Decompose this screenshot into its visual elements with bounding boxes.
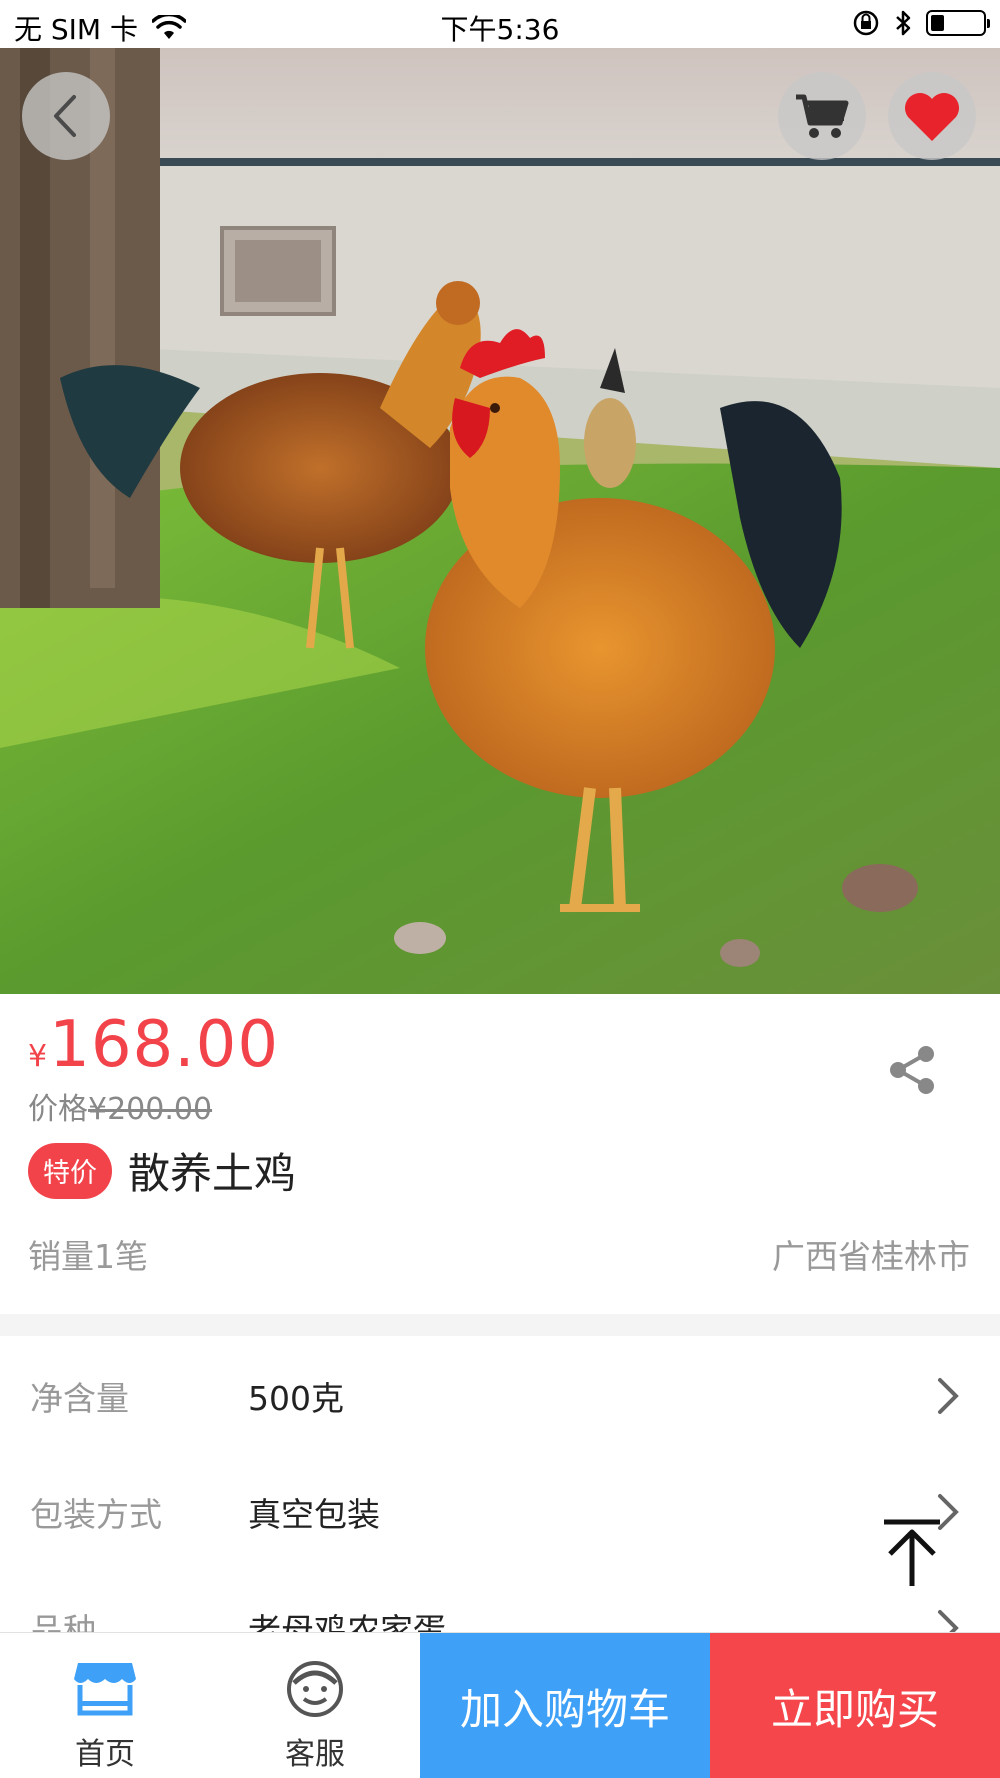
chevron-left-icon (54, 95, 76, 137)
price-row: ¥ 168.00 (28, 1008, 279, 1082)
original-price-value: ¥200.00 (88, 1092, 213, 1127)
spec-row-net-weight[interactable]: 净含量 500克 (0, 1336, 1000, 1452)
status-time: 下午5:36 (440, 13, 560, 46)
tab-home-label: 首页 (75, 1737, 135, 1772)
battery-level (931, 15, 944, 31)
spec-value: 500克 (248, 1379, 344, 1418)
tab-service[interactable]: 客服 (210, 1633, 420, 1778)
back-to-top-icon[interactable] (880, 1518, 944, 1588)
rooster-photo (0, 48, 1000, 994)
battery-icon (926, 10, 990, 36)
favorite-button[interactable] (888, 72, 976, 160)
status-bar: 无 SIM 卡 下午5:36 (0, 0, 1000, 48)
product-title: 散养土鸡 (128, 1149, 297, 1198)
back-button[interactable] (22, 72, 110, 160)
customer-service-icon (287, 1661, 343, 1717)
original-price-label: 价格 (28, 1092, 88, 1127)
status-right (852, 9, 990, 37)
title-row: 特价 散养土鸡 (28, 1140, 296, 1201)
sales-count: 销量1笔 (28, 1237, 148, 1276)
spec-label: 净含量 (30, 1379, 129, 1418)
cart-button[interactable] (778, 72, 866, 160)
original-price: 价格¥200.00 (28, 1084, 212, 1128)
store-icon (74, 1663, 136, 1716)
product-image[interactable] (0, 48, 1000, 994)
rotation-lock-icon (853, 10, 879, 36)
product-location: 广西省桂林市 (772, 1237, 970, 1276)
heart-icon (905, 93, 959, 141)
spec-label: 包装方式 (30, 1495, 162, 1534)
tab-home[interactable]: 首页 (0, 1633, 210, 1778)
bluetooth-icon (896, 10, 911, 36)
currency-symbol: ¥ (28, 1039, 48, 1074)
special-price-badge: 特价 (28, 1142, 112, 1199)
product-info: ¥ 168.00 价格¥200.00 特价 散养土鸡 销量1笔 广西省桂林市 (0, 994, 1000, 1314)
price: 168.00 (49, 1008, 280, 1082)
chevron-right-icon (938, 1378, 959, 1414)
spec-value: 真空包装 (248, 1495, 380, 1534)
share-icon[interactable] (884, 1042, 940, 1098)
bottom-bar: 首页 客服 加入购物车 立即购买 (0, 1632, 1000, 1778)
add-to-cart-button[interactable]: 加入购物车 (420, 1633, 710, 1778)
cart-icon (796, 94, 849, 138)
buy-now-button[interactable]: 立即购买 (710, 1633, 1000, 1778)
tab-service-label: 客服 (285, 1737, 345, 1772)
spec-row-packaging[interactable]: 包装方式 真空包装 (0, 1452, 1000, 1568)
